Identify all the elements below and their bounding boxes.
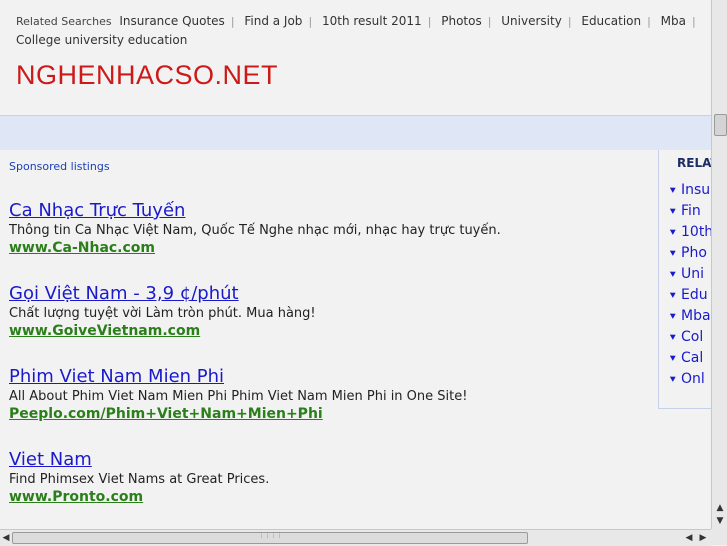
sidebar-link[interactable]: Pho: [681, 245, 711, 266]
arrow-left-icon[interactable]: ◀: [0, 532, 12, 544]
sidebar-link[interactable]: Onl: [681, 371, 711, 392]
sidebar-link[interactable]: Mba: [681, 308, 711, 329]
ad-title-link[interactable]: Viet Nam: [9, 449, 649, 471]
ad-listing: Viet Nam Find Phimsex Viet Nams at Great…: [9, 449, 649, 506]
sidebar-link[interactable]: Cal: [681, 350, 711, 371]
sidebar-link[interactable]: Col: [681, 329, 711, 350]
site-title: NGHENHACSO.NET: [16, 60, 279, 90]
ad-listing: Ca Nhạc Trực Tuyến Thông tin Ca Nhạc Việ…: [9, 200, 649, 257]
ad-description: Find Phimsex Viet Nams at Great Prices.: [9, 472, 270, 487]
ad-url-link[interactable]: www.GoiveVietnam.com: [9, 322, 649, 340]
sidebar-list: Insu Fin 10th Pho Uni Edu Mba Col Cal On…: [681, 182, 711, 392]
sidebar-link[interactable]: 10th: [681, 224, 711, 245]
grip-icon: ⋮⋮⋮⋮: [258, 531, 283, 539]
related-link-college-university-education[interactable]: education: [128, 33, 188, 47]
arrow-down-icon[interactable]: ▼: [714, 515, 726, 527]
related-searches-label: Related Searches: [16, 15, 112, 28]
arrow-up-icon[interactable]: ▲: [714, 502, 726, 514]
ad-url-link[interactable]: Peeplo.com/Phim+Viet+Nam+Mien+Phi: [9, 405, 649, 423]
browser-viewport: Related Searches Insurance Quotes | Find …: [0, 0, 711, 529]
related-link-photos[interactable]: Photos: [441, 14, 481, 28]
related-sidebar: RELAT Insu Fin 10th Pho Uni Edu Mba Col …: [658, 150, 711, 409]
related-link-education[interactable]: Education: [581, 14, 641, 28]
scrollbar-corner: [711, 529, 727, 545]
ad-description: Thông tin Ca Nhạc Việt Nam, Quốc Tế Nghe…: [9, 223, 501, 238]
ad-title-link[interactable]: Ca Nhạc Trực Tuyến: [9, 200, 649, 222]
sidebar-link[interactable]: Edu: [681, 287, 711, 308]
ad-url-link[interactable]: www.Pronto.com: [9, 488, 649, 506]
ad-url-link[interactable]: www.Ca-Nhac.com: [9, 239, 649, 257]
vertical-scrollbar[interactable]: ▲ ▼: [711, 0, 727, 529]
ad-title-link[interactable]: Phim Viet Nam Mien Phi: [9, 366, 649, 388]
ad-description: All About Phim Viet Nam Mien Phi Phim Vi…: [9, 389, 468, 404]
related-link-10th-result[interactable]: 10th result 2011: [322, 14, 422, 28]
arrow-right-icon[interactable]: ▶: [697, 532, 709, 544]
related-link-university[interactable]: University: [501, 14, 562, 28]
horizontal-scrollbar[interactable]: ◀ ⋮⋮⋮⋮ ◀ ▶: [0, 529, 711, 546]
header-band: [0, 115, 711, 150]
related-link-college-university[interactable]: College university: [16, 33, 124, 47]
related-link-mba[interactable]: Mba: [661, 14, 686, 28]
related-searches-bar: Related Searches Insurance Quotes | Find …: [16, 14, 696, 47]
ad-title-link[interactable]: Gọi Việt Nam - 3,9 ¢/phút: [9, 283, 649, 305]
sidebar-link[interactable]: Fin: [681, 203, 711, 224]
sidebar-link[interactable]: Insu: [681, 182, 711, 203]
ad-listing: Phim Viet Nam Mien Phi All About Phim Vi…: [9, 366, 649, 423]
ad-description: Chất lượng tuyệt vời Làm tròn phút. Mua …: [9, 306, 316, 321]
vertical-scroll-thumb[interactable]: [714, 114, 727, 136]
ad-listing: Gọi Việt Nam - 3,9 ¢/phút Chất lượng tuy…: [9, 283, 649, 340]
arrow-left-icon[interactable]: ◀: [683, 532, 695, 544]
sidebar-heading: RELAT: [677, 156, 711, 170]
sponsored-listings-label: Sponsored listings: [9, 160, 110, 173]
related-link-find-a-job[interactable]: Find a Job: [244, 14, 302, 28]
related-link-insurance-quotes[interactable]: Insurance Quotes: [119, 14, 224, 28]
sidebar-link[interactable]: Uni: [681, 266, 711, 287]
